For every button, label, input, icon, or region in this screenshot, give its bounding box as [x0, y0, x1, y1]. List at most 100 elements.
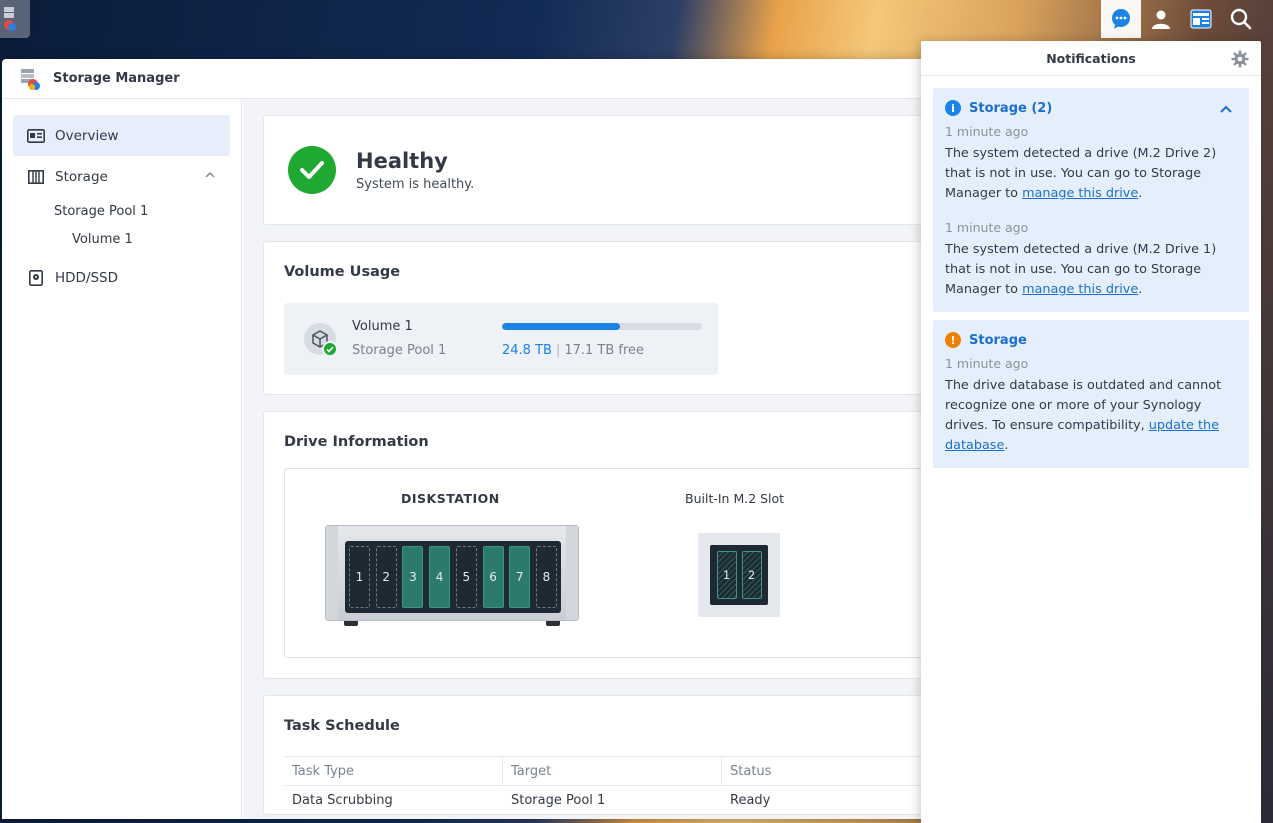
notification-time: 1 minute ago	[945, 124, 1029, 139]
table-cell: Storage Pool 1	[511, 792, 606, 808]
diskstation-label: DISKSTATION	[401, 491, 500, 506]
app-launcher-icon	[4, 7, 16, 31]
search-button[interactable]	[1221, 0, 1261, 38]
notification-group-title: Storage (2)	[969, 100, 1053, 116]
drive-bay-6[interactable]: 6	[482, 546, 504, 608]
column-header[interactable]: Task Type	[284, 757, 503, 785]
manage-drive-link[interactable]: manage this drive	[1022, 282, 1138, 297]
drive-bay-1[interactable]: 1	[349, 546, 370, 608]
sidebar-item-label: Storage	[55, 168, 108, 185]
sidebar-item-label: HDD/SSD	[55, 269, 119, 286]
m2-slots: 12	[710, 545, 768, 605]
notification-text-end: .	[1138, 186, 1143, 201]
notification-group-header[interactable]: i Storage (2)	[945, 100, 1237, 116]
drive-bay-2[interactable]: 2	[375, 546, 397, 608]
chevron-up-icon[interactable]	[1219, 104, 1233, 116]
chevron-up-icon[interactable]	[204, 169, 216, 181]
m2-slot-module: 12	[698, 533, 780, 617]
gear-icon[interactable]	[1231, 50, 1249, 68]
volume-usage-bar	[502, 323, 702, 330]
drive-diagram: DISKSTATION Built-In M.2 Slot 12345678 1…	[284, 468, 1002, 658]
overview-icon	[27, 127, 45, 145]
volume-usage-stats: 24.8 TB | 17.1 TB free	[502, 343, 644, 358]
taskbar-right	[1101, 0, 1261, 38]
drive-information-card: Drive Information DISKSTATION Built-In M…	[263, 411, 1002, 679]
drive-bay-8[interactable]: 8	[535, 546, 557, 608]
notifications-title: Notifications	[1046, 50, 1136, 66]
table-cell: Data Scrubbing	[292, 792, 393, 808]
drive-bay-4[interactable]: 4	[429, 546, 451, 608]
diskstation-chassis: 12345678	[325, 525, 579, 626]
task-schedule-card: Task Schedule Task Type Target Status Da…	[263, 695, 1002, 815]
sidebar-item-label: Volume 1	[72, 231, 133, 247]
volume-healthy-badge-icon	[322, 341, 338, 357]
storage-manager-app-icon	[21, 68, 40, 90]
window-title-bar[interactable]: Storage Manager	[2, 59, 1002, 99]
notification-message: The system detected a drive (M.2 Drive 2…	[945, 144, 1237, 204]
healthy-check-icon	[288, 146, 336, 194]
sidebar: Overview Storage Storage Pool 1 Volume 1…	[2, 99, 242, 819]
volume-usage-card: Volume Usage Volume 1 Storage Pool 1 24.…	[263, 241, 1002, 395]
m2-slot-label: Built-In M.2 Slot	[685, 491, 785, 506]
notification-text-end: .	[1004, 438, 1009, 453]
column-header[interactable]: Status	[722, 757, 941, 785]
health-card: Healthy System is healthy.	[263, 115, 1002, 225]
user-button[interactable]	[1141, 0, 1181, 38]
warning-icon: !	[945, 332, 961, 348]
window-title: Storage Manager	[53, 71, 180, 86]
notification-group-storage-warning: ! Storage 1 minute ago The drive databas…	[933, 320, 1249, 468]
volume-stats-separator: |	[555, 343, 561, 358]
volume-name: Volume 1	[352, 319, 413, 334]
desktop-main-menu-button[interactable]	[0, 0, 30, 38]
widgets-button[interactable]	[1181, 0, 1221, 38]
volume-used: 24.8 TB	[502, 343, 552, 358]
user-icon	[1152, 10, 1170, 29]
storage-icon	[27, 168, 45, 186]
main-content: Healthy System is healthy. Volume Usage …	[243, 99, 1002, 819]
notification-message: The drive database is outdated and canno…	[945, 376, 1237, 456]
sidebar-item-volume-1[interactable]: Volume 1	[2, 225, 241, 253]
notifications-panel: Notifications i Storage (2) 1 minute ago…	[921, 41, 1261, 823]
notification-time: 1 minute ago	[945, 356, 1029, 371]
table-header-row: Task Type Target Status	[284, 757, 1002, 786]
table-row[interactable]: Data Scrubbing Storage Pool 1 Ready	[284, 786, 1002, 815]
m2-slot-2[interactable]: 2	[741, 551, 762, 599]
volume-usage-bar-fill	[502, 323, 620, 330]
hdd-icon	[27, 269, 45, 287]
widgets-icon	[1190, 9, 1212, 29]
column-header[interactable]: Target	[503, 757, 722, 785]
notifications-button[interactable]	[1101, 0, 1141, 38]
sidebar-item-label: Overview	[55, 127, 119, 144]
sidebar-item-overview[interactable]: Overview	[13, 115, 230, 156]
notification-group-storage-info: i Storage (2) 1 minute ago The system de…	[933, 88, 1249, 312]
notification-text-end: .	[1138, 282, 1143, 297]
notification-message: The system detected a drive (M.2 Drive 1…	[945, 240, 1237, 300]
sidebar-item-storage-pool-1[interactable]: Storage Pool 1	[2, 197, 241, 225]
search-icon	[1230, 8, 1252, 30]
sidebar-item-hdd-ssd[interactable]: HDD/SSD	[13, 257, 230, 298]
notifications-header: Notifications	[921, 41, 1261, 76]
volume-usage-item[interactable]: Volume 1 Storage Pool 1 24.8 TB | 17.1 TB …	[284, 303, 718, 375]
volume-usage-title: Volume Usage	[284, 264, 401, 280]
drive-bay-5[interactable]: 5	[455, 546, 477, 608]
health-status-subtitle: System is healthy.	[356, 176, 475, 192]
chat-icon	[1112, 9, 1130, 29]
volume-pool-name: Storage Pool 1	[352, 343, 447, 358]
info-icon: i	[945, 100, 961, 116]
notification-group-header[interactable]: ! Storage	[945, 332, 1237, 348]
drive-bay-3[interactable]: 3	[402, 546, 424, 608]
storage-manager-window: Storage Manager Overview Storage Storage…	[2, 59, 1002, 819]
volume-free: 17.1 TB free	[564, 343, 645, 358]
health-status-title: Healthy	[356, 148, 448, 173]
task-schedule-table: Task Type Target Status Data Scrubbing S…	[284, 756, 1002, 815]
notification-group-title: Storage	[969, 332, 1027, 348]
drive-bay-7[interactable]: 7	[509, 546, 531, 608]
drive-information-title: Drive Information	[284, 434, 429, 450]
drive-bays: 12345678	[345, 541, 561, 613]
sidebar-item-storage[interactable]: Storage	[13, 156, 230, 197]
task-schedule-title: Task Schedule	[284, 718, 400, 734]
m2-slot-1[interactable]: 1	[716, 551, 737, 599]
manage-drive-link[interactable]: manage this drive	[1022, 186, 1138, 201]
table-cell: Ready	[730, 792, 771, 808]
notification-time: 1 minute ago	[945, 220, 1029, 235]
